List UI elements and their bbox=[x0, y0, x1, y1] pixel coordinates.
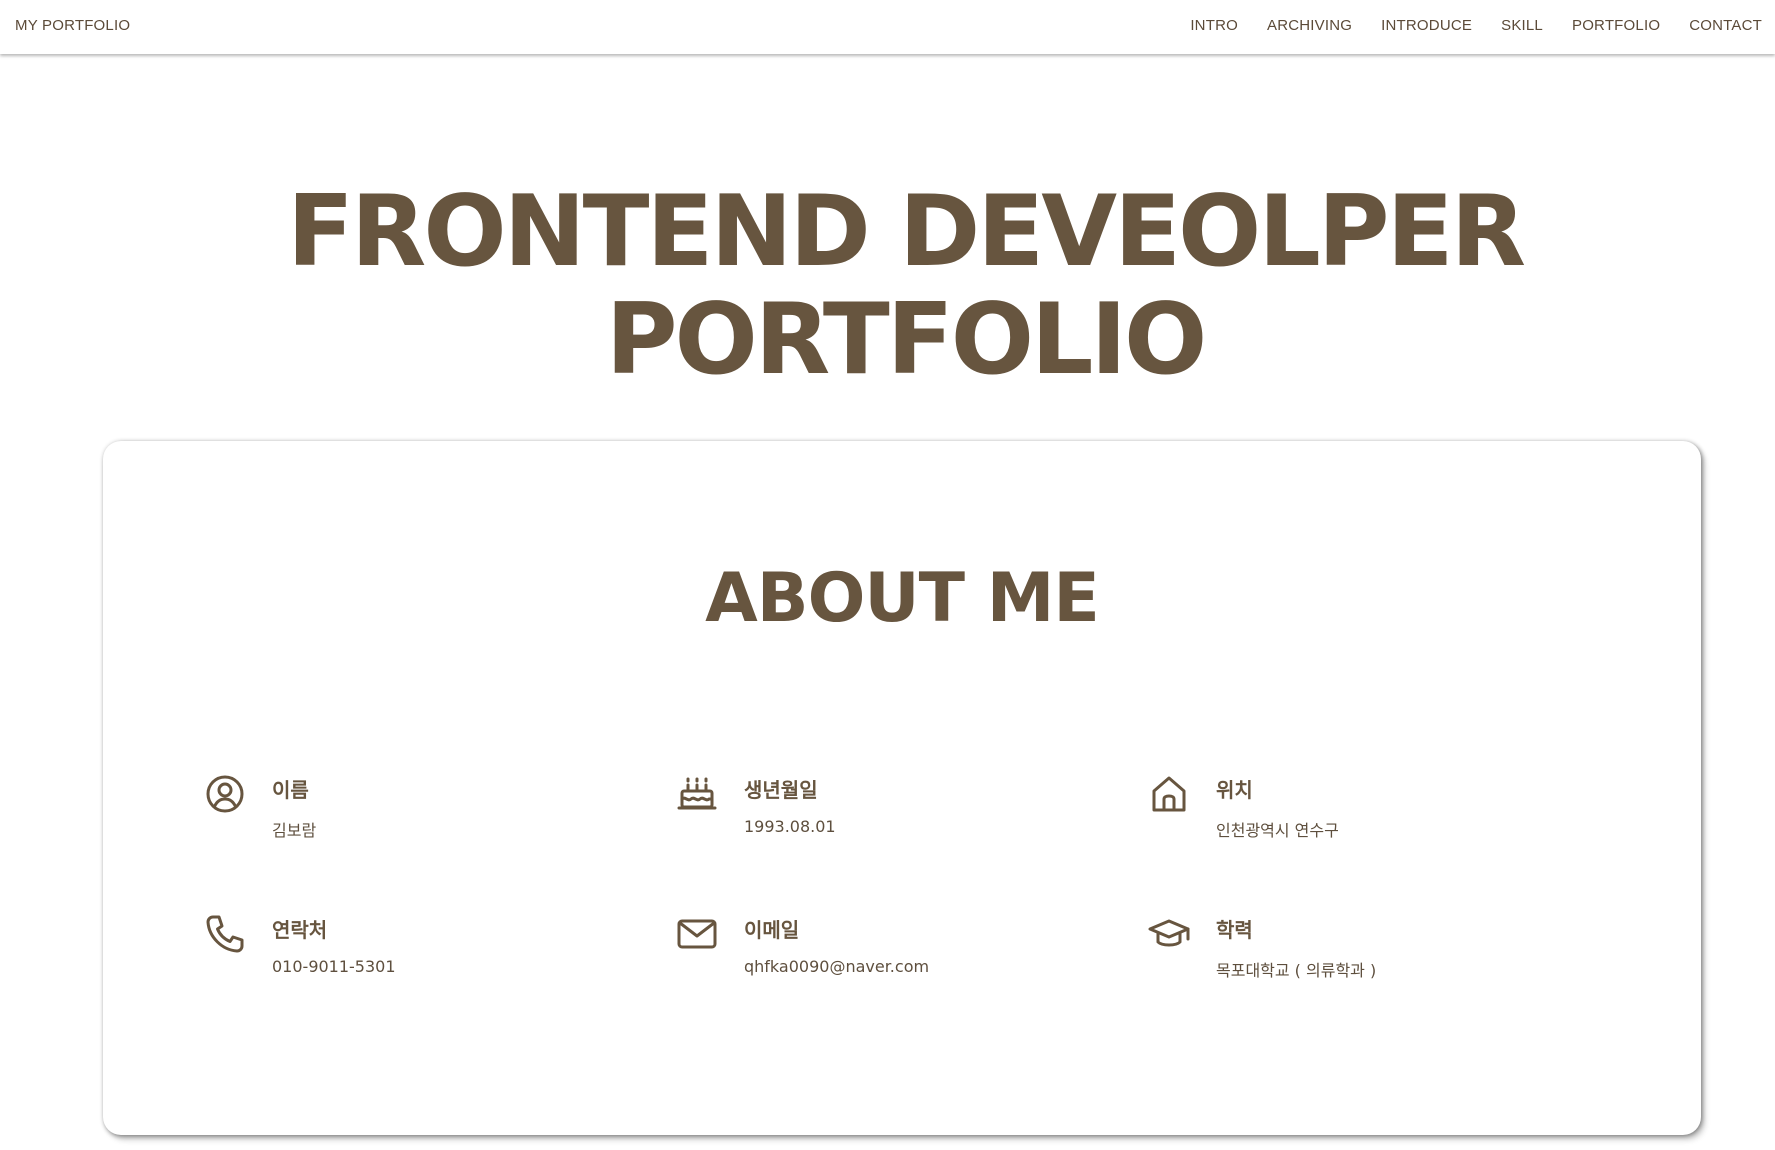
hero-title-line-1: FRONTEND DEVEOLPER bbox=[286, 175, 1526, 289]
about-me-card: ABOUT ME 이름 김보람 생년월일 1993.08.01 위치 인천광역시… bbox=[103, 441, 1701, 1135]
phone-icon bbox=[203, 912, 247, 956]
about-me-title: ABOUT ME bbox=[705, 559, 1100, 638]
info-item-birthday: 생년월일 1993.08.01 bbox=[675, 772, 1115, 852]
hero-title-line-2: PORTFOLIO bbox=[605, 283, 1208, 397]
nav-item-portfolio[interactable]: PORTFOLIO bbox=[1572, 17, 1660, 34]
info-label-education: 학력 bbox=[1216, 918, 1253, 942]
info-label-phone: 연락처 bbox=[272, 918, 328, 942]
nav-item-archiving[interactable]: ARCHIVING bbox=[1267, 17, 1352, 34]
graduation-cap-icon bbox=[1147, 912, 1191, 956]
info-value-name: 김보람 bbox=[272, 821, 317, 840]
nav-item-skill[interactable]: SKILL bbox=[1501, 17, 1543, 34]
home-icon bbox=[1147, 772, 1191, 816]
info-item-email: 이메일 qhfka0090@naver.com bbox=[675, 912, 1115, 992]
nav-menu: INTRO ARCHIVING INTRODUCE SKILL PORTFOLI… bbox=[1161, 17, 1762, 34]
info-item-location: 위치 인천광역시 연수구 bbox=[1147, 772, 1587, 852]
nav-item-contact[interactable]: CONTACT bbox=[1689, 17, 1762, 34]
info-label-birthday: 생년월일 bbox=[744, 778, 818, 802]
info-item-name: 이름 김보람 bbox=[203, 772, 643, 852]
nav-item-intro[interactable]: INTRO bbox=[1190, 17, 1238, 34]
info-value-education: 목포대학교 ( 의류학과 ) bbox=[1216, 961, 1377, 980]
info-label-email: 이메일 bbox=[744, 918, 800, 942]
nav-item-introduce[interactable]: INTRODUCE bbox=[1381, 17, 1472, 34]
brand-logo-link[interactable]: MY PORTFOLIO bbox=[15, 17, 130, 34]
birthday-cake-icon bbox=[675, 772, 719, 816]
mail-icon bbox=[675, 912, 719, 956]
info-item-phone: 연락처 010-9011-5301 bbox=[203, 912, 643, 992]
user-circle-icon bbox=[203, 772, 247, 816]
info-value-email[interactable]: qhfka0090@naver.com bbox=[744, 957, 929, 976]
info-value-location: 인천광역시 연수구 bbox=[1216, 821, 1339, 840]
info-item-education: 학력 목포대학교 ( 의류학과 ) bbox=[1147, 912, 1587, 992]
info-label-location: 위치 bbox=[1216, 778, 1253, 802]
info-label-name: 이름 bbox=[272, 778, 309, 802]
info-value-phone[interactable]: 010-9011-5301 bbox=[272, 957, 396, 976]
hero-title: FRONTEND DEVEOLPER PORTFOLIO bbox=[0, 178, 1775, 394]
info-value-birthday: 1993.08.01 bbox=[744, 817, 836, 836]
top-navbar: MY PORTFOLIO INTRO ARCHIVING INTRODUCE S… bbox=[0, 0, 1775, 54]
